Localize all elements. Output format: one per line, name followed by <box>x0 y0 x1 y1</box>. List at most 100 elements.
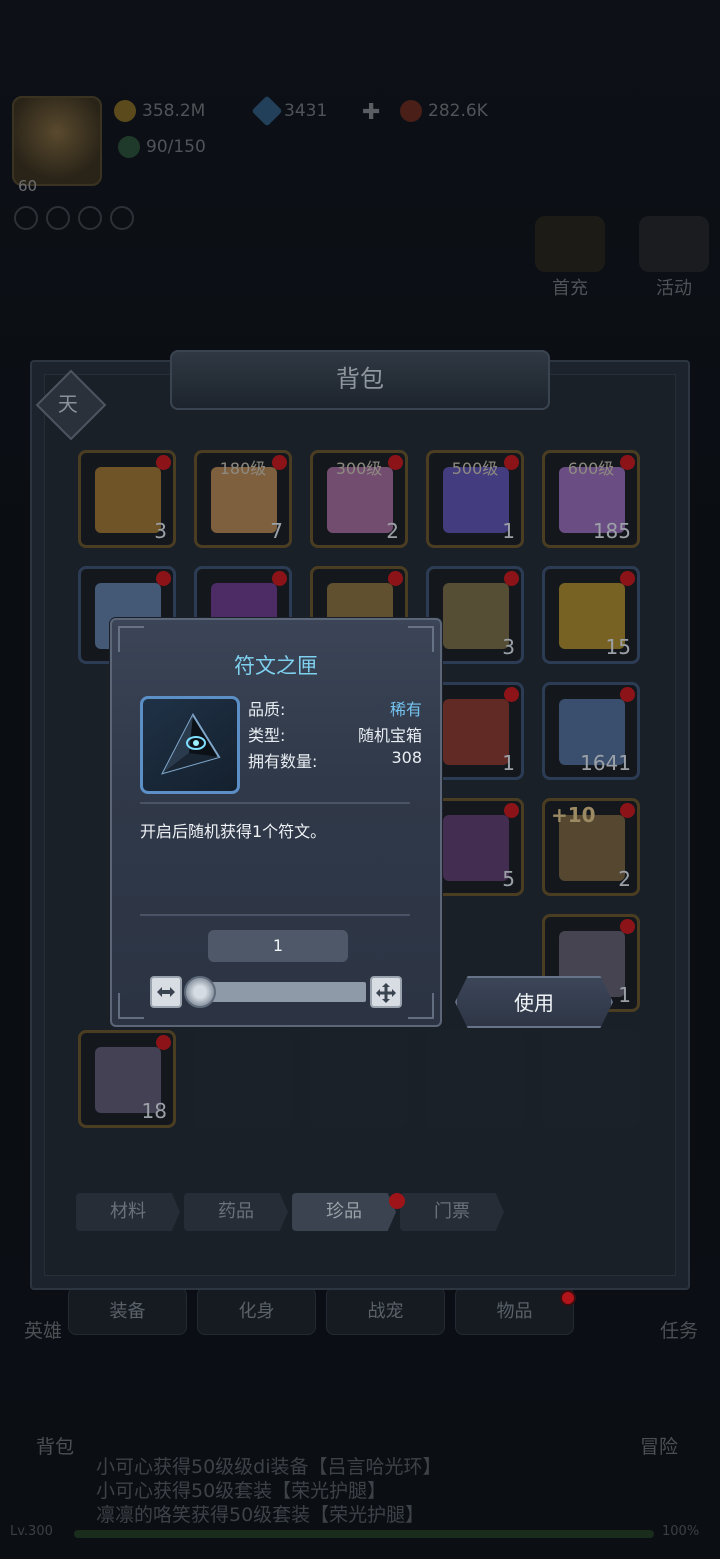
inventory-slot[interactable]: 600级 185 <box>542 450 640 548</box>
crystal-value: 282.6K <box>428 101 488 121</box>
tab-battle-pet[interactable]: 战宠 <box>326 1287 445 1335</box>
gold-counter: 358.2M <box>114 100 205 122</box>
tab-tickets[interactable]: 门票 <box>400 1193 504 1231</box>
bag-title: 背包 <box>170 350 550 410</box>
buff-icon[interactable] <box>46 206 70 230</box>
slider-handle[interactable] <box>184 976 216 1008</box>
item-count: 15 <box>605 635 631 659</box>
add-diamond-icon[interactable]: ✚ <box>362 100 380 125</box>
decrease-button[interactable] <box>150 976 182 1008</box>
first-charge-label: 首充 <box>552 278 588 299</box>
inventory-slot[interactable]: 3 <box>78 450 176 548</box>
inventory-slot[interactable]: 15 <box>542 566 640 664</box>
notification-dot <box>272 455 287 470</box>
corner-ornament <box>118 626 144 652</box>
diamond-value: 3431 <box>284 101 328 121</box>
buff-icon[interactable] <box>14 206 38 230</box>
empty-slot[interactable] <box>542 1030 640 1128</box>
activity-button[interactable]: 活动 <box>624 216 720 300</box>
task-button[interactable]: 任务 <box>660 1316 698 1343</box>
empty-slot[interactable] <box>426 1030 524 1128</box>
corner-ornament <box>408 993 434 1019</box>
inventory-slot[interactable]: 1641 <box>542 682 640 780</box>
item-count: 7 <box>270 519 283 543</box>
status-icons <box>14 206 134 230</box>
quantity-display[interactable]: 1 <box>208 930 348 962</box>
item-icon <box>443 583 509 649</box>
type-label: 类型: <box>248 726 286 745</box>
diamond-icon <box>251 95 283 127</box>
quality-row: 品质: 稀有 <box>248 696 422 720</box>
item-detail-dialog: 符文之匣 品质: 稀有 类型: 随机宝箱 拥有数量: 308 开启后随机获得1个… <box>110 618 442 1027</box>
quantity-slider[interactable] <box>200 982 366 1002</box>
tab-treasures[interactable]: 珍品 <box>292 1193 396 1231</box>
notification-dot <box>560 1290 576 1306</box>
divider <box>140 802 410 804</box>
chat-line: 凛凛的咯笑获得50级套装【荣光护腿】 <box>96 1504 425 1526</box>
hero-button[interactable]: 英雄 <box>24 1316 62 1343</box>
item-icon <box>95 467 161 533</box>
item-icon <box>443 699 509 765</box>
notification-dot <box>156 1035 171 1050</box>
item-count: 1 <box>618 983 631 1007</box>
chat-line: 小可心获得50级套装【荣光护腿】 <box>96 1480 387 1502</box>
notification-dot <box>620 571 635 586</box>
tab-avatar[interactable]: 化身 <box>197 1287 316 1335</box>
notification-dot <box>388 455 403 470</box>
adventure-button[interactable]: 冒险 <box>640 1432 678 1459</box>
crystal-icon <box>400 100 422 122</box>
notification-dot <box>389 1193 405 1209</box>
item-count: 3 <box>154 519 167 543</box>
bag-button[interactable]: 背包 <box>36 1432 74 1459</box>
notification-dot <box>272 571 287 586</box>
inventory-slot[interactable]: 18 <box>78 1030 176 1128</box>
treasure-chest-icon <box>535 216 605 272</box>
activity-icon <box>639 216 709 272</box>
notification-dot <box>504 455 519 470</box>
crystal-counter: 282.6K <box>400 100 488 122</box>
item-count: 18 <box>141 1099 167 1123</box>
minus-arrow-icon <box>157 987 175 997</box>
item-count: 2 <box>386 519 399 543</box>
notification-dot <box>156 455 171 470</box>
notification-dot <box>620 455 635 470</box>
notification-dot <box>388 571 403 586</box>
plus-arrow-icon <box>376 983 396 1003</box>
tab-materials[interactable]: 材料 <box>76 1193 180 1231</box>
gold-value: 358.2M <box>142 101 206 121</box>
notification-dot <box>504 571 519 586</box>
first-charge-button[interactable]: 首充 <box>520 216 620 300</box>
buff-icon[interactable] <box>78 206 102 230</box>
corner-ornament <box>118 993 144 1019</box>
exp-track <box>74 1530 654 1538</box>
item-description: 开启后随机获得1个符文。 <box>140 822 327 841</box>
empty-slot[interactable] <box>194 1030 292 1128</box>
increase-button[interactable] <box>370 976 402 1008</box>
buff-icon[interactable] <box>110 206 134 230</box>
item-name: 符文之匣 <box>234 654 318 678</box>
notification-dot <box>504 803 519 818</box>
owned-row: 拥有数量: 308 <box>248 748 422 772</box>
owned-value: 308 <box>391 748 422 767</box>
activity-label: 活动 <box>656 278 692 299</box>
type-value: 随机宝箱 <box>357 726 422 745</box>
empty-slot[interactable] <box>310 1030 408 1128</box>
notification-dot <box>620 919 635 934</box>
inventory-slot[interactable]: 500级 1 <box>426 450 524 548</box>
rune-box-icon <box>161 712 221 775</box>
tab-items[interactable]: 物品 <box>455 1287 574 1335</box>
tab-equipment[interactable]: 装备 <box>68 1287 187 1335</box>
use-button[interactable]: 使用 <box>455 976 613 1028</box>
exp-bar: Lv.300 100% <box>0 1524 720 1541</box>
quality-label: 品质: <box>248 700 286 719</box>
item-icon <box>443 815 509 881</box>
player-avatar[interactable] <box>12 96 102 186</box>
diamond-counter: 3431 <box>251 95 328 127</box>
inventory-slot[interactable]: 180级 7 <box>194 450 292 548</box>
inventory-slot[interactable]: 300级 2 <box>310 450 408 548</box>
stamina-value: 90/150 <box>146 137 206 157</box>
item-count: 3 <box>502 635 515 659</box>
inventory-slot[interactable]: +10 2 <box>542 798 640 896</box>
item-count: 1641 <box>580 751 631 775</box>
tab-potions[interactable]: 药品 <box>184 1193 288 1231</box>
